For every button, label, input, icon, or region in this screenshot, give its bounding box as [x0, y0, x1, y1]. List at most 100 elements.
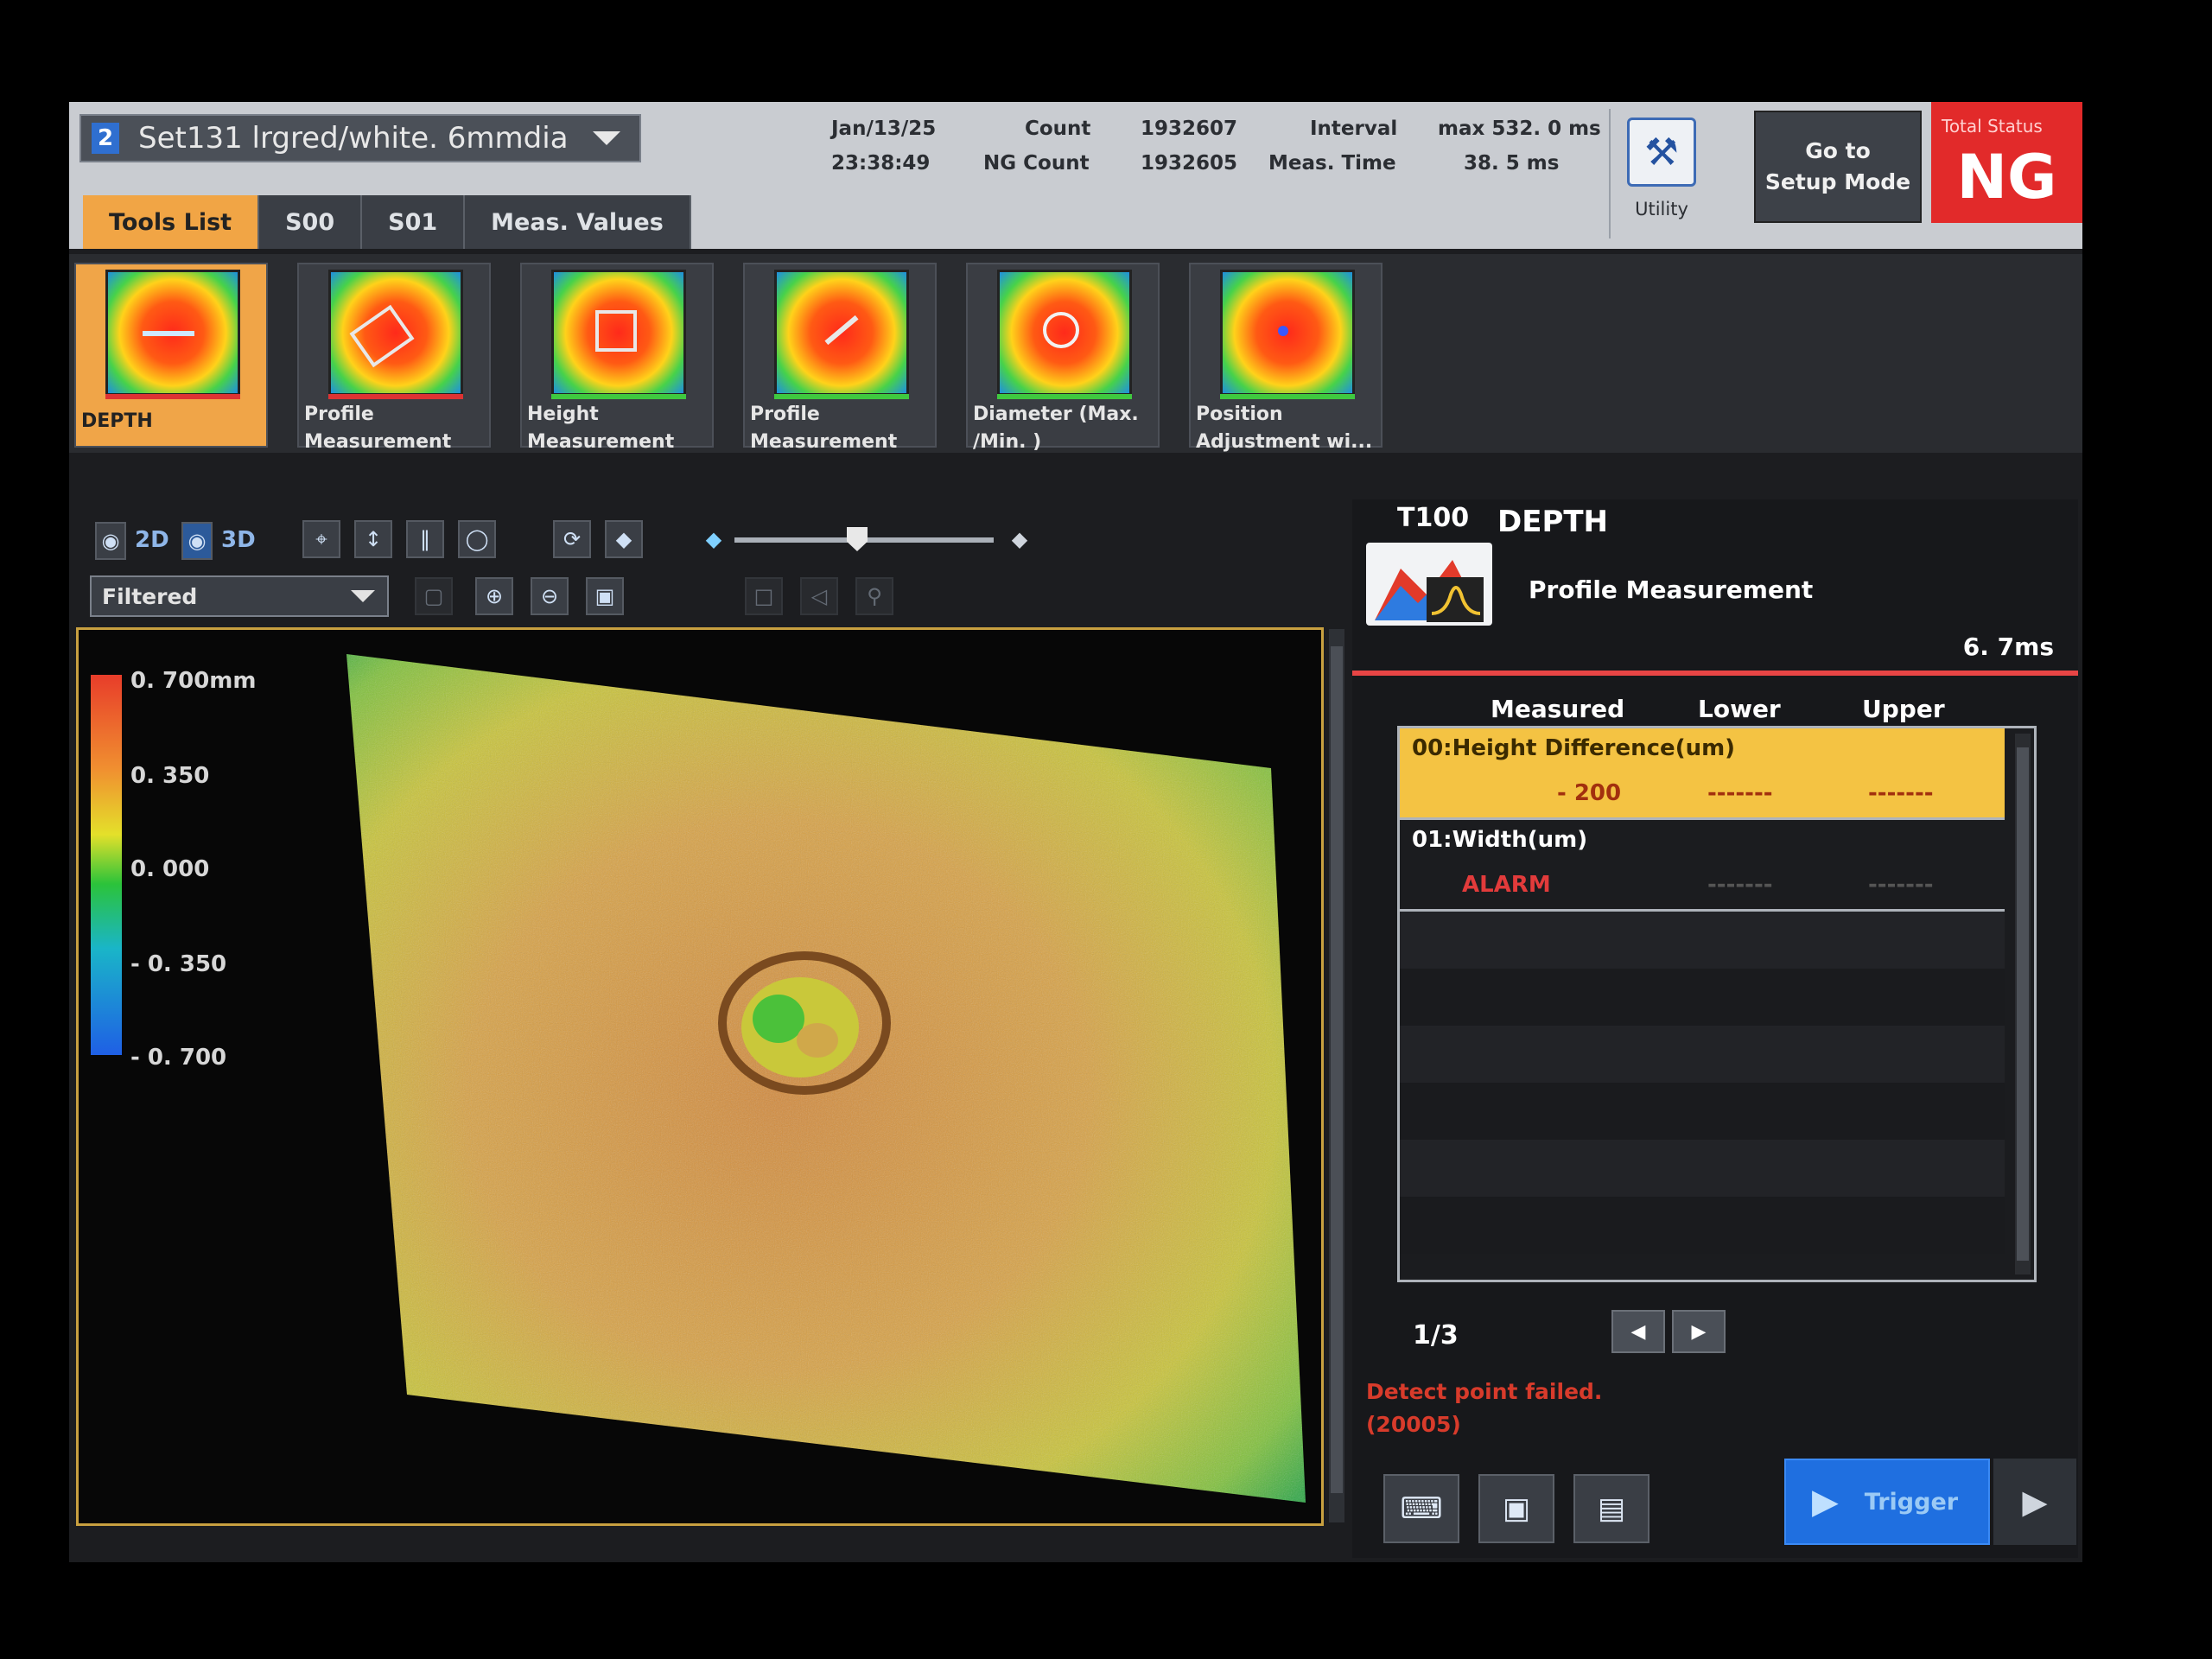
total-status-value: NG: [1956, 142, 2057, 213]
result-upper: -------: [1868, 780, 1934, 806]
tool-result-panel: T100 DEPTH Profile Measurement 6. 7ms Me…: [1352, 499, 2078, 1558]
col-upper: Upper: [1862, 695, 1945, 723]
table-scrollbar[interactable]: [2015, 734, 2031, 1274]
set-name: Set131 lrgred/white. 6mmdia: [138, 121, 569, 156]
tool-preview: [774, 270, 909, 396]
tool-thumb-depth[interactable]: DEPTH: [74, 263, 268, 448]
zoom-out-icon[interactable]: ⊖: [531, 577, 569, 615]
keyboard-icon[interactable]: ⌨: [1383, 1474, 1459, 1543]
tool-status-bar: [774, 394, 909, 399]
align-vertical-icon[interactable]: ↕: [354, 520, 392, 558]
tool-preview: [551, 270, 686, 396]
go-to-setup-mode-button[interactable]: Go to Setup Mode: [1754, 111, 1922, 223]
tool-label-line2: Measurement: [750, 431, 898, 453]
slider-handle[interactable]: [847, 527, 868, 551]
image-prev-icon[interactable]: ◁: [800, 577, 838, 615]
set-selector[interactable]: 2 Set131 lrgred/white. 6mmdia: [79, 114, 641, 162]
tool-name: DEPTH: [1497, 505, 1609, 539]
result-measured: - 200: [1557, 780, 1622, 806]
setup-button-line1: Go to: [1805, 138, 1871, 163]
tab-meas-values[interactable]: Meas. Values: [465, 195, 691, 249]
tool-label-line1: Profile: [750, 404, 820, 425]
header-bar: 2 Set131 lrgred/white. 6mmdia Tools List…: [69, 102, 2082, 249]
tool-status-bar: [1220, 394, 1355, 399]
tool-label-line2: Measurement: [527, 431, 675, 453]
tool-label: Position Adjustment wi...: [1196, 401, 1379, 456]
view-3d-icon[interactable]: ◉: [181, 522, 213, 560]
tool-status-bar: [105, 394, 240, 399]
tool-thumb-profile-measurement[interactable]: Profile Measurement: [297, 263, 491, 453]
tool-label-line2: Adjustment wi...: [1196, 431, 1373, 453]
image-view-icon[interactable]: ▣: [1478, 1474, 1554, 1543]
image-search-icon[interactable]: ⚲: [855, 577, 893, 615]
view-2d-icon[interactable]: ◉: [95, 522, 126, 560]
reset-view-icon[interactable]: ◆: [605, 520, 643, 558]
result-upper: -------: [1868, 872, 1934, 898]
scrollbar-thumb[interactable]: [1331, 646, 1343, 1493]
interval-value: max 532. 0 ms: [1438, 118, 1601, 140]
3d-height-viewer[interactable]: 0. 700mm 0. 350 0. 000 - 0. 350 - 0. 700: [76, 627, 1324, 1526]
filter-select[interactable]: Filtered: [90, 575, 389, 617]
columns-icon[interactable]: ‖: [406, 520, 444, 558]
sensor-screen: 2 Set131 lrgred/white. 6mmdia Tools List…: [69, 102, 2082, 1562]
utility-button[interactable]: ⚒ Utility: [1609, 109, 1713, 238]
tool-label: Profile Measurement: [750, 401, 933, 456]
total-status-label: Total Status: [1942, 116, 2043, 137]
play-next-icon[interactable]: ▶: [1993, 1459, 2076, 1545]
tools-icon: ⚒: [1627, 118, 1696, 187]
prev-page-button[interactable]: ◀: [1611, 1310, 1665, 1353]
table-row[interactable]: 01:Width(um) ALARM ------- -------: [1400, 820, 2005, 912]
view-3d-label[interactable]: 3D: [221, 527, 256, 553]
viewer-scrollbar[interactable]: [1329, 629, 1344, 1522]
col-measured: Measured: [1491, 695, 1625, 723]
diamond-high-icon: ◆: [1011, 527, 1028, 551]
tool-preview: [997, 270, 1132, 396]
tool-thumb-diameter[interactable]: Diameter (Max. /Min. ): [966, 263, 1160, 453]
scale-tick-4: - 0. 700: [130, 1045, 227, 1071]
empty-row: [1400, 1026, 2005, 1083]
diamond-low-icon: ◆: [705, 527, 722, 551]
tool-label-line1: Height: [527, 404, 599, 425]
setup-button-line2: Setup Mode: [1764, 169, 1911, 194]
result-lower: -------: [1707, 872, 1773, 898]
tool-thumb-profile-measurement-2[interactable]: Profile Measurement: [743, 263, 937, 453]
chevron-down-icon: [351, 590, 375, 602]
tab-s01[interactable]: S01: [362, 195, 466, 249]
tool-processing-time: 6. 7ms: [1962, 632, 2054, 661]
image-icon[interactable]: □: [745, 577, 783, 615]
ng-count-label: NG Count: [983, 152, 1090, 175]
fit-screen-icon[interactable]: ▣: [586, 577, 624, 615]
zoom-in-icon[interactable]: ⊕: [475, 577, 513, 615]
tool-thumb-height-measurement[interactable]: Height Measurement: [520, 263, 714, 453]
align-center-icon[interactable]: ⌖: [302, 520, 340, 558]
tool-thumb-position-adjustment[interactable]: Position Adjustment wi...: [1189, 263, 1382, 453]
tool-label: DEPTH: [81, 408, 264, 435]
ng-count-value: 1932605: [1141, 152, 1238, 175]
bar-chart-icon[interactable]: ▤: [1573, 1474, 1649, 1543]
next-page-button[interactable]: ▶: [1672, 1310, 1726, 1353]
scale-tick-0: 0. 700mm: [130, 668, 257, 694]
time-text: 23:38:49: [831, 152, 931, 175]
rotate-view-icon[interactable]: ⟳: [553, 520, 591, 558]
tool-status-line: [1352, 671, 2078, 676]
empty-row: [1400, 1140, 2005, 1197]
crop-icon[interactable]: ▢: [415, 577, 453, 615]
table-row[interactable]: 00:Height Difference(um) - 200 ------- -…: [1400, 728, 2005, 820]
tool-label-line1: DEPTH: [81, 410, 153, 432]
tab-tools-list[interactable]: Tools List: [83, 195, 260, 249]
height-slider[interactable]: [734, 527, 994, 551]
interval-label: Interval: [1310, 118, 1398, 140]
empty-row: [1400, 912, 2005, 969]
scrollbar-thumb[interactable]: [2017, 747, 2029, 1261]
tab-s00[interactable]: S00: [259, 195, 363, 249]
tool-label-line2: Measurement: [304, 431, 452, 453]
tool-preview: [105, 270, 240, 396]
view-2d-label[interactable]: 2D: [135, 527, 169, 553]
utility-label: Utility: [1635, 199, 1688, 219]
trigger-button[interactable]: ▶ Trigger: [1784, 1459, 1990, 1545]
meas-time-label: Meas. Time: [1268, 152, 1396, 175]
count-value: 1932607: [1141, 118, 1238, 140]
error-line2: (20005): [1366, 1412, 1461, 1437]
intensity-icon[interactable]: ◯: [458, 520, 496, 558]
tool-type: Profile Measurement: [1529, 575, 1814, 604]
